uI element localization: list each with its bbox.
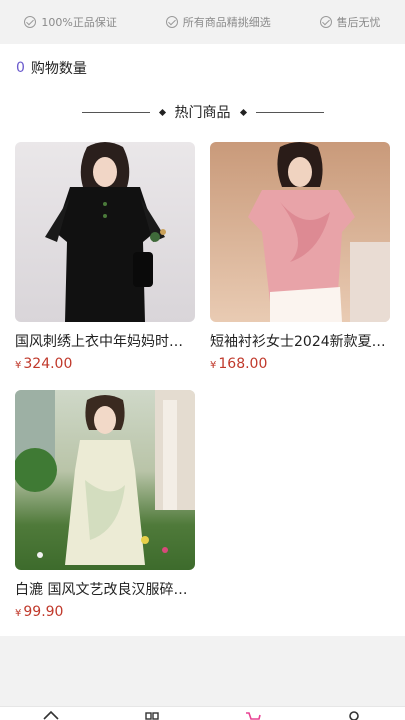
- category-icon[interactable]: [143, 710, 161, 720]
- price-value: 99.90: [23, 604, 64, 620]
- guarantee-item: 100%正品保证: [24, 14, 117, 30]
- product-name[interactable]: 国风刺绣上衣中年妈妈时…: [15, 332, 195, 352]
- product-image[interactable]: [210, 142, 390, 322]
- currency-symbol: ¥: [210, 360, 217, 371]
- product-price: ¥168.00: [210, 355, 390, 375]
- section-header: 热门商品: [0, 92, 405, 132]
- product-name[interactable]: 白漉 国风文艺改良汉服碎…: [15, 580, 195, 600]
- product-image[interactable]: [15, 390, 195, 570]
- guarantee-item: 所有商品精挑细选: [165, 14, 271, 30]
- divider-line: [255, 111, 324, 113]
- currency-symbol: ¥: [15, 360, 22, 371]
- cart-count-value: 0: [16, 60, 25, 76]
- cart-count-row: 0 购物数量: [0, 44, 405, 92]
- check-circle-icon: [319, 16, 332, 28]
- product-card[interactable]: 白漉 国风文艺改良汉服碎… ¥99.90: [15, 390, 195, 638]
- check-circle-icon: [165, 16, 178, 28]
- product-card[interactable]: 国风刺绣上衣中年妈妈时… ¥324.00: [15, 142, 195, 390]
- user-icon[interactable]: [345, 710, 363, 720]
- product-price: ¥324.00: [15, 355, 195, 375]
- product-price: ¥99.90: [15, 603, 195, 623]
- guarantee-bar: 100%正品保证 所有商品精挑细选 售后无忧: [0, 0, 405, 44]
- product-image[interactable]: [15, 142, 195, 322]
- currency-symbol: ¥: [15, 608, 22, 619]
- price-value: 324.00: [23, 356, 73, 372]
- main-content: 0 购物数量 热门商品 国风刺绣上衣中年妈妈时… ¥ 324.00 短袖衬衫女士…: [0, 44, 405, 636]
- guarantee-label: 售后无忧: [336, 16, 381, 29]
- guarantee-item: 售后无忧: [319, 14, 381, 30]
- diamond-icon: [239, 108, 247, 116]
- product-card[interactable]: 短袖衬衫女士2024新款夏… ¥168.00: [210, 142, 390, 390]
- bottom-nav: [0, 706, 405, 720]
- home-icon[interactable]: [42, 710, 60, 720]
- divider-line: [81, 111, 150, 113]
- product-grid: 国风刺绣上衣中年妈妈时… ¥324.00 短袖衬衫女士2024新款夏… ¥ 16…: [0, 132, 405, 638]
- check-circle-icon: [24, 16, 37, 28]
- guarantee-label: 所有商品精挑细选: [182, 16, 271, 29]
- diamond-icon: [158, 108, 166, 116]
- price-value: 168.00: [218, 356, 268, 372]
- cart-icon[interactable]: [244, 710, 262, 720]
- product-name[interactable]: 短袖衬衫女士2024新款夏…: [210, 332, 390, 352]
- cart-count-label: 购物数量: [30, 61, 87, 77]
- page: 100%正品保证 所有商品精挑细选 售后无忧 0 购物数量 热门商品 国风刺绣上…: [0, 0, 405, 720]
- section-title: 热门商品: [174, 105, 231, 121]
- guarantee-label: 100%正品保证: [41, 16, 117, 29]
